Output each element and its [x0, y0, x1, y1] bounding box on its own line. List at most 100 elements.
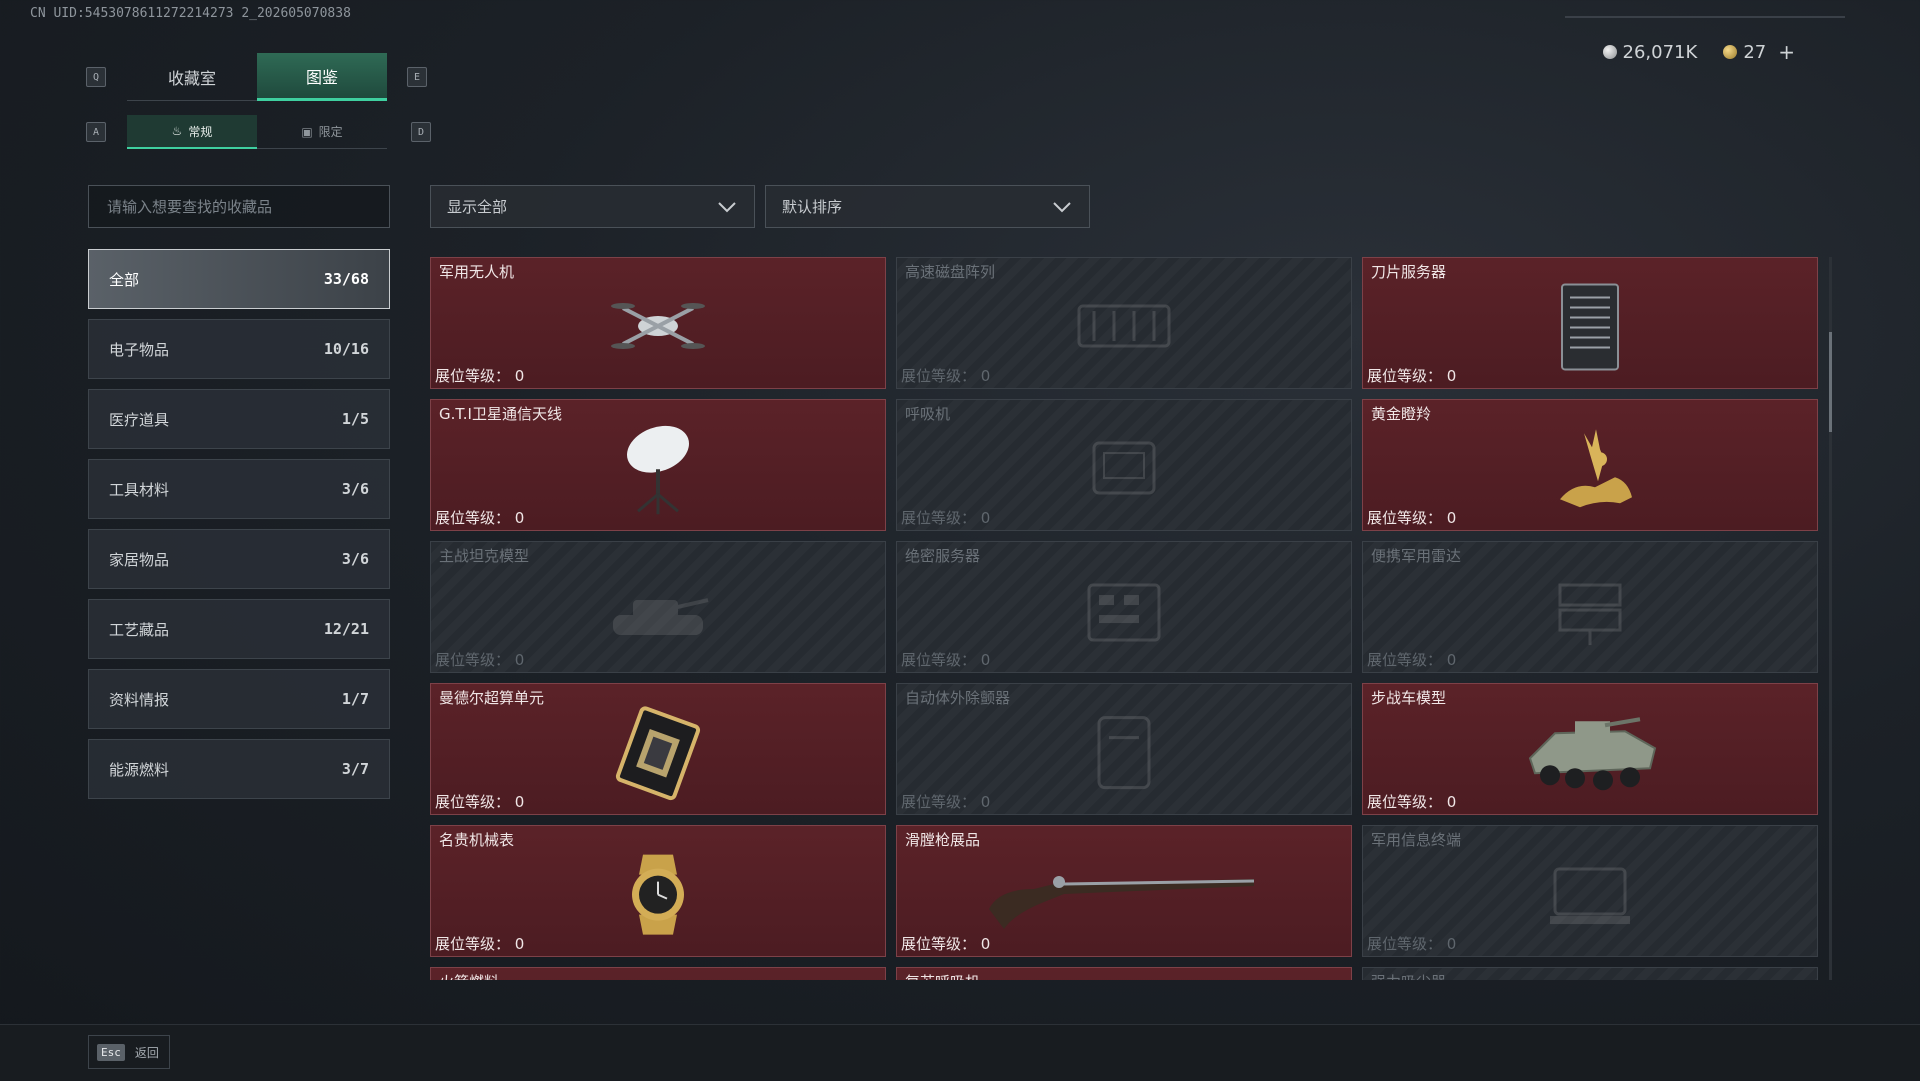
- subtab-regular[interactable]: ♨ 常规: [127, 115, 257, 149]
- tab-codex[interactable]: 图鉴: [257, 53, 387, 101]
- item-name: 名贵机械表: [439, 831, 515, 849]
- item-name: 军用信息终端: [1371, 831, 1462, 849]
- collection-card[interactable]: 军用无人机 展位等级： 0: [430, 257, 886, 389]
- collection-card[interactable]: 曼德尔超算单元展位等级： 0: [430, 683, 886, 815]
- item-name: 火箭燃料: [439, 971, 499, 980]
- collection-card[interactable]: 名贵机械表展位等级： 0: [430, 825, 886, 957]
- secret-server-icon: [1074, 570, 1174, 654]
- collection-card[interactable]: 主战坦克模型 展位等级： 0: [430, 541, 886, 673]
- category-energy[interactable]: 能源燃料 3/7: [88, 739, 390, 799]
- category-label: 工具材料: [109, 480, 170, 499]
- collection-card[interactable]: 绝密服务器 展位等级： 0: [896, 541, 1352, 673]
- collection-card[interactable]: 火箭燃料: [430, 967, 886, 980]
- subtab-limited[interactable]: ▣ 限定: [257, 115, 387, 149]
- category-medical[interactable]: 医疗道具 1/5: [88, 389, 390, 449]
- collection-card[interactable]: 滑膛枪展品 展位等级： 0: [896, 825, 1352, 957]
- collection-card[interactable]: 高速磁盘阵列 展位等级： 0: [896, 257, 1352, 389]
- item-level: 展位等级： 0: [901, 509, 991, 527]
- radar-icon: [1540, 570, 1640, 654]
- search-input[interactable]: [105, 196, 373, 217]
- gold-amount: 27: [1743, 41, 1767, 63]
- category-electronics[interactable]: 电子物品 10/16: [88, 319, 390, 379]
- collection-card[interactable]: 复苏呼吸机: [896, 967, 1352, 980]
- item-name: 复苏呼吸机: [905, 971, 980, 980]
- item-level: 展位等级： 0: [901, 935, 991, 953]
- ventilator-icon: [1079, 428, 1169, 512]
- tab-collection-room[interactable]: 收藏室: [127, 53, 257, 101]
- item-name: 呼吸机: [905, 405, 951, 423]
- key-hint-a: A: [86, 122, 106, 142]
- esc-key-icon: Esc: [97, 1043, 125, 1061]
- flame-icon: ♨: [171, 124, 183, 138]
- item-name: 自动体外除颤器: [905, 689, 1011, 707]
- key-hint-d: D: [411, 122, 431, 142]
- category-count: 3/6: [341, 480, 369, 498]
- uid-text: CN UID:5453078611272214273 2_20260507083…: [30, 6, 351, 21]
- category-all[interactable]: 全部 33/68: [88, 249, 390, 309]
- musket-icon: [984, 854, 1264, 938]
- back-label: 返回: [134, 1045, 159, 1060]
- footer-bar: [0, 1024, 1920, 1081]
- collection-card[interactable]: 便携军用雷达展位等级： 0: [1362, 541, 1818, 673]
- category-count: 12/21: [323, 620, 369, 638]
- top-decor-line: [1565, 16, 1845, 18]
- category-label: 能源燃料: [109, 760, 170, 779]
- item-level: 展位等级： 0: [1367, 935, 1457, 953]
- scrollbar-thumb[interactable]: [1829, 332, 1832, 432]
- item-level: 展位等级： 0: [1367, 651, 1457, 669]
- sort-dropdown[interactable]: 默认排序: [765, 185, 1090, 228]
- category-crafts[interactable]: 工艺藏品 12/21: [88, 599, 390, 659]
- silver-amount: 26,071K: [1622, 41, 1698, 63]
- add-currency-button[interactable]: +: [1778, 40, 1795, 64]
- category-count: 33/68: [323, 270, 369, 288]
- category-label: 工艺藏品: [109, 620, 170, 639]
- item-name: 曼德尔超算单元: [439, 689, 545, 707]
- item-grid: 军用无人机 展位等级： 0 高速磁盘阵列 展位等级： 0 刀片服务器 展位等级： 0 G.T…: [430, 257, 1818, 980]
- item-name: 高速磁盘阵列: [905, 263, 996, 281]
- category-label: 家居物品: [109, 550, 170, 569]
- gold-coin-icon: [1723, 45, 1738, 59]
- search-box: [88, 185, 390, 228]
- category-intel[interactable]: 资料情报 1/7: [88, 669, 390, 729]
- item-level: 展位等级： 0: [435, 793, 525, 811]
- item-level: 展位等级： 0: [901, 651, 991, 669]
- item-name: 军用无人机: [439, 263, 515, 281]
- show-filter-dropdown[interactable]: 显示全部: [430, 185, 755, 228]
- category-label: 医疗道具: [109, 410, 170, 429]
- category-list: 全部 33/68 电子物品 10/16 医疗道具 1/5 工具材料 3/6 家居物品 3/…: [88, 249, 390, 809]
- collection-card[interactable]: 军用信息终端展位等级： 0: [1362, 825, 1818, 957]
- category-count: 1/5: [341, 410, 369, 428]
- item-name: 主战坦克模型: [439, 547, 530, 565]
- back-button[interactable]: Esc 返回: [88, 1035, 170, 1069]
- category-label: 全部: [109, 270, 140, 289]
- item-level: 展位等级： 0: [1367, 509, 1457, 527]
- item-level: 展位等级： 0: [435, 509, 525, 527]
- collection-card[interactable]: 刀片服务器 展位等级： 0: [1362, 257, 1818, 389]
- scrollbar[interactable]: [1829, 257, 1832, 980]
- category-household[interactable]: 家居物品 3/6: [88, 529, 390, 589]
- category-label: 电子物品: [109, 340, 170, 359]
- collection-card[interactable]: 自动体外除颤器展位等级： 0: [896, 683, 1352, 815]
- collection-card[interactable]: 黄金瞪羚展位等级： 0: [1362, 399, 1818, 531]
- collection-card[interactable]: G.T.I卫星通信天线展位等级： 0: [430, 399, 886, 531]
- category-count: 1/7: [341, 690, 369, 708]
- item-level: 展位等级： 0: [435, 935, 525, 953]
- category-tools[interactable]: 工具材料 3/6: [88, 459, 390, 519]
- show-filter-value: 显示全部: [447, 198, 508, 216]
- key-hint-q: Q: [86, 67, 106, 87]
- tank-model-icon: [603, 570, 713, 654]
- item-level: 展位等级： 0: [901, 793, 991, 811]
- category-label: 资料情报: [109, 690, 170, 709]
- item-name: G.T.I卫星通信天线: [439, 405, 562, 423]
- item-name: 便携军用雷达: [1371, 547, 1462, 565]
- collection-card[interactable]: 步战车模型 展位等级： 0: [1362, 683, 1818, 815]
- item-name: 黄金瞪羚: [1371, 405, 1432, 423]
- collection-card[interactable]: 强力吸尘器: [1362, 967, 1818, 980]
- category-count: 3/6: [341, 550, 369, 568]
- collection-card[interactable]: 呼吸机展位等级： 0: [896, 399, 1352, 531]
- satellite-dish-icon: [613, 419, 703, 523]
- chevron-down-icon: [1053, 201, 1071, 212]
- key-hint-e: E: [407, 67, 427, 87]
- subtab-limited-label: 限定: [318, 125, 343, 139]
- sub-tabs: ♨ 常规 ▣ 限定: [127, 115, 387, 149]
